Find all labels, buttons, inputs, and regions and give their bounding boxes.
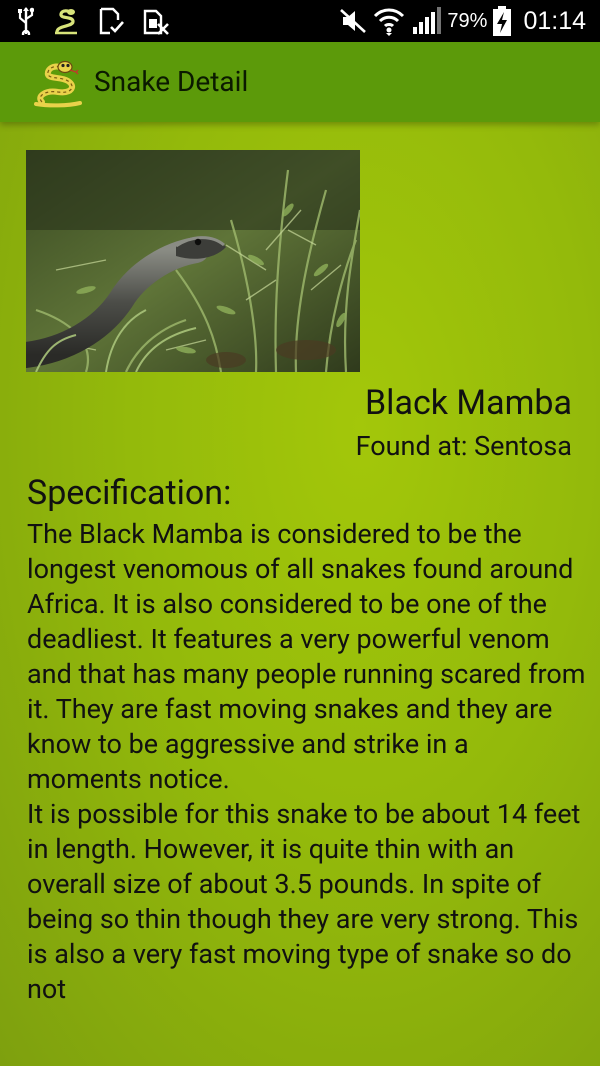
mute-icon <box>339 7 367 35</box>
specification-paragraph: It is possible for this snake to be abou… <box>27 798 581 1005</box>
download-done-icon <box>98 7 124 35</box>
signal-icon <box>411 7 442 35</box>
screen-title: Snake Detail <box>94 65 249 98</box>
snake-app-notification-icon <box>52 7 80 35</box>
notification-icons <box>18 6 170 36</box>
snake-app-icon[interactable] <box>32 56 84 108</box>
snake-location: Found at: Sentosa <box>355 430 572 462</box>
battery-percent: 79% <box>447 9 488 32</box>
snake-name: Black Mamba <box>365 383 572 423</box>
action-bar: Snake Detail <box>0 42 600 122</box>
specification-paragraph: The Black Mamba is considered to be the … <box>27 518 586 795</box>
black-mamba-photo <box>26 150 360 372</box>
usb-icon <box>18 7 34 35</box>
specification-heading: Specification: <box>27 473 232 513</box>
clock: 01:14 <box>523 6 586 35</box>
specification-text: The Black Mamba is considered to be the … <box>27 517 587 1007</box>
wifi-icon <box>373 6 405 36</box>
battery-charging-icon <box>493 6 512 36</box>
system-status-icons: 79% 01:14 <box>339 4 586 38</box>
no-sim-icon <box>142 7 170 35</box>
status-bar: 79% 01:14 <box>0 0 600 42</box>
